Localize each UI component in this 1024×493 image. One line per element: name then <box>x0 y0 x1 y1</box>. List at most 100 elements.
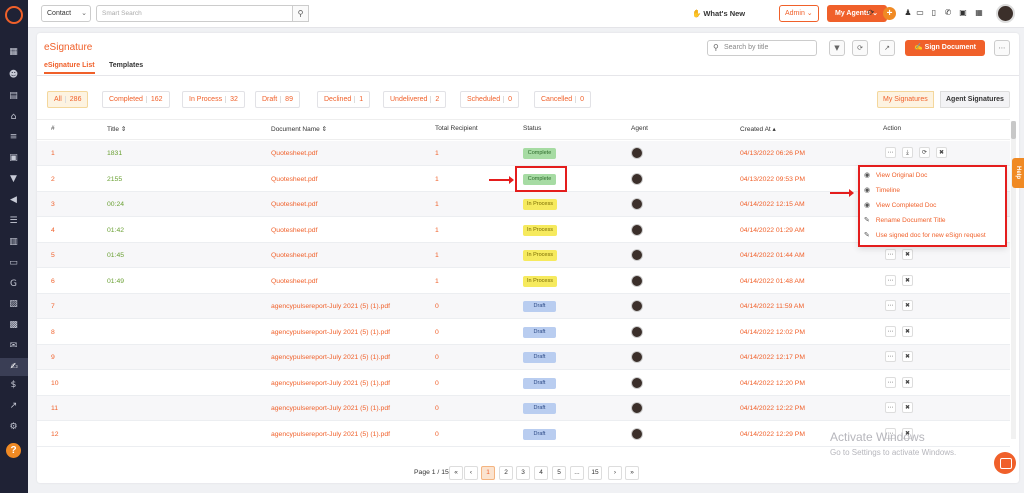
delete-icon[interactable]: ✖ <box>902 300 913 311</box>
more-options-icon[interactable]: ⋯ <box>885 351 896 362</box>
page-button[interactable]: 5 <box>552 466 566 480</box>
clipboard-icon[interactable]: ▨ <box>8 300 19 309</box>
table-row[interactable]: 1 1831 Quotesheet.pdf 1 04/13/2022 06:26 PM C… <box>37 141 1010 166</box>
phone-icon[interactable]: ✆ <box>943 8 953 18</box>
delete-icon[interactable]: ✖ <box>902 376 913 388</box>
more-options-icon[interactable]: ⋯ <box>994 40 1010 56</box>
table-row[interactable]: 7 agencypulsereport-July 2021 (5) (1).pdf… <box>37 294 1010 319</box>
resend-icon[interactable]: ⟳ <box>919 147 930 158</box>
row-document-name[interactable]: Quotesheet.pdf <box>271 278 317 285</box>
scrollbar-thumb[interactable] <box>1011 121 1016 139</box>
settings-icon[interactable]: ⚙ <box>8 423 19 432</box>
more-options-icon[interactable]: ⋯ <box>885 274 896 286</box>
row-document-name[interactable]: Quotesheet.pdf <box>271 176 317 183</box>
more-options-icon[interactable]: ⋯ <box>885 402 896 413</box>
app-logo[interactable] <box>1 2 27 28</box>
filter-icon[interactable]: ▼ <box>829 40 845 56</box>
row-document-name[interactable]: Quotesheet.pdf <box>271 201 317 208</box>
row-document-name[interactable]: agencypulsereport-July 2021 (5) (1).pdf <box>271 303 390 310</box>
google-icon[interactable]: G <box>8 280 19 289</box>
row-document-name[interactable]: agencypulsereport-July 2021 (5) (1).pdf <box>271 431 390 438</box>
page-button[interactable]: 1 <box>481 466 495 480</box>
chart-icon[interactable]: ↗ <box>879 40 895 56</box>
filter-undelivered[interactable]: Undelivered 2 <box>383 91 447 108</box>
table-row[interactable]: 6 01:49 Quotesheet.pdf 1 04/14/2022 01:48 AM… <box>37 269 1010 294</box>
delete-icon[interactable]: ✖ <box>936 147 947 158</box>
page-button[interactable]: 2 <box>499 466 513 480</box>
reports-icon[interactable]: ▥ <box>8 238 19 247</box>
search-icon[interactable]: ⚲ <box>292 5 309 22</box>
help-icon[interactable]: ? <box>6 443 21 458</box>
filter-in-process[interactable]: In Process 32 <box>182 91 245 108</box>
delete-icon[interactable]: ✖ <box>902 325 913 337</box>
filter-icon[interactable]: ▼ <box>8 175 19 184</box>
row-document-name[interactable]: agencypulsereport-July 2021 (5) (1).pdf <box>271 380 390 387</box>
menu-rename-document-title[interactable]: ✎ Rename Document Title <box>864 216 946 224</box>
agent-signatures-toggle[interactable]: Agent Signatures <box>940 91 1010 108</box>
dashboard-icon[interactable]: ▦ <box>8 48 19 57</box>
documents-icon[interactable]: ▤ <box>8 92 19 101</box>
first-page-button[interactable]: « <box>449 466 463 480</box>
folder-icon[interactable]: ▭ <box>8 259 19 268</box>
next-page-button[interactable]: › <box>608 466 622 480</box>
contacts-icon[interactable]: ☻ <box>8 71 19 80</box>
delete-icon[interactable]: ✖ <box>902 351 913 362</box>
filter-draft[interactable]: Draft 89 <box>255 91 300 108</box>
mobile-icon[interactable]: ▯ <box>929 8 939 18</box>
megaphone-icon[interactable]: ◀ <box>8 196 19 205</box>
more-options-icon[interactable]: ⋯ <box>885 325 896 337</box>
help-tab[interactable]: Help <box>1012 158 1024 188</box>
col-created-at[interactable]: Created At ▴ <box>740 125 776 133</box>
tab-templates[interactable]: Templates <box>109 62 143 69</box>
mail-icon[interactable]: ✉ <box>8 342 19 351</box>
tab-esignature-list[interactable]: eSignature List <box>44 62 95 74</box>
filter-all[interactable]: All 286 <box>47 91 89 108</box>
row-document-name[interactable]: agencypulsereport-July 2021 (5) (1).pdf <box>271 329 390 336</box>
menu-view-original-doc[interactable]: ◉ View Original Doc <box>864 171 927 179</box>
delete-icon[interactable]: ✖ <box>902 249 913 260</box>
sign-document-button[interactable]: ✍ Sign Document <box>905 40 985 56</box>
more-options-icon[interactable]: ⋯ <box>885 147 896 158</box>
user-icon[interactable]: ♟ <box>903 8 913 18</box>
table-row[interactable]: 9 agencypulsereport-July 2021 (5) (1).pdf… <box>37 345 1010 370</box>
menu-timeline[interactable]: ◉ Timeline <box>864 186 900 194</box>
col-document-name[interactable]: Document Name ⇕ <box>271 125 327 133</box>
page-button[interactable]: 3 <box>516 466 530 480</box>
calendar-alt-icon[interactable]: ▩ <box>8 321 19 330</box>
last-page-button[interactable]: » <box>625 466 639 480</box>
row-document-name[interactable]: Quotesheet.pdf <box>271 227 317 234</box>
analytics-icon[interactable]: ↗ <box>8 402 19 411</box>
row-document-name[interactable]: Quotesheet.pdf <box>271 252 317 259</box>
esignature-icon[interactable]: ✍ <box>0 358 28 376</box>
refresh-icon[interactable]: ⟳ <box>866 8 876 18</box>
prev-page-button[interactable]: ‹ <box>464 466 478 480</box>
menu-use-signed-doc[interactable]: ✎ Use signed doc for new eSign request <box>864 231 986 239</box>
table-row[interactable]: 8 agencypulsereport-July 2021 (5) (1).pdf… <box>37 320 1010 345</box>
add-icon[interactable]: + <box>883 7 896 20</box>
smart-search-input[interactable]: Smart Search <box>96 5 308 22</box>
filter-cancelled[interactable]: Cancelled 0 <box>534 91 592 108</box>
chip-icon[interactable]: ▣ <box>958 8 968 18</box>
whats-new-link[interactable]: ✋ What's New <box>692 9 745 18</box>
dollar-icon[interactable]: $ <box>8 381 19 390</box>
chat-bubble-icon[interactable] <box>994 452 1016 474</box>
download-icon[interactable]: ⤓ <box>902 147 913 158</box>
carriers-icon[interactable]: ⌂ <box>8 113 19 122</box>
table-row[interactable]: 11 agencypulsereport-July 2021 (5) (1).pd… <box>37 396 1010 421</box>
page-button[interactable]: 4 <box>534 466 548 480</box>
page-button[interactable]: 15 <box>588 466 602 480</box>
row-document-name[interactable]: agencypulsereport-July 2021 (5) (1).pdf <box>271 405 390 412</box>
delete-icon[interactable]: ✖ <box>902 274 913 286</box>
more-options-icon[interactable]: ⋯ <box>885 376 896 388</box>
more-options-icon[interactable]: ⋯ <box>885 249 896 260</box>
refresh-icon[interactable]: ⟳ <box>852 40 868 56</box>
calendar-icon[interactable]: ▣ <box>8 154 19 163</box>
table-row[interactable]: 10 agencypulsereport-July 2021 (5) (1).pd… <box>37 371 1010 396</box>
col-title[interactable]: Title ⇕ <box>107 125 126 133</box>
my-signatures-toggle[interactable]: My Signatures <box>877 91 934 108</box>
row-document-name[interactable]: Quotesheet.pdf <box>271 150 317 157</box>
filter-declined[interactable]: Declined 1 <box>317 91 371 108</box>
user-avatar[interactable] <box>996 4 1015 23</box>
grid-icon[interactable]: ▦ <box>974 8 984 18</box>
delete-icon[interactable]: ✖ <box>902 402 913 413</box>
